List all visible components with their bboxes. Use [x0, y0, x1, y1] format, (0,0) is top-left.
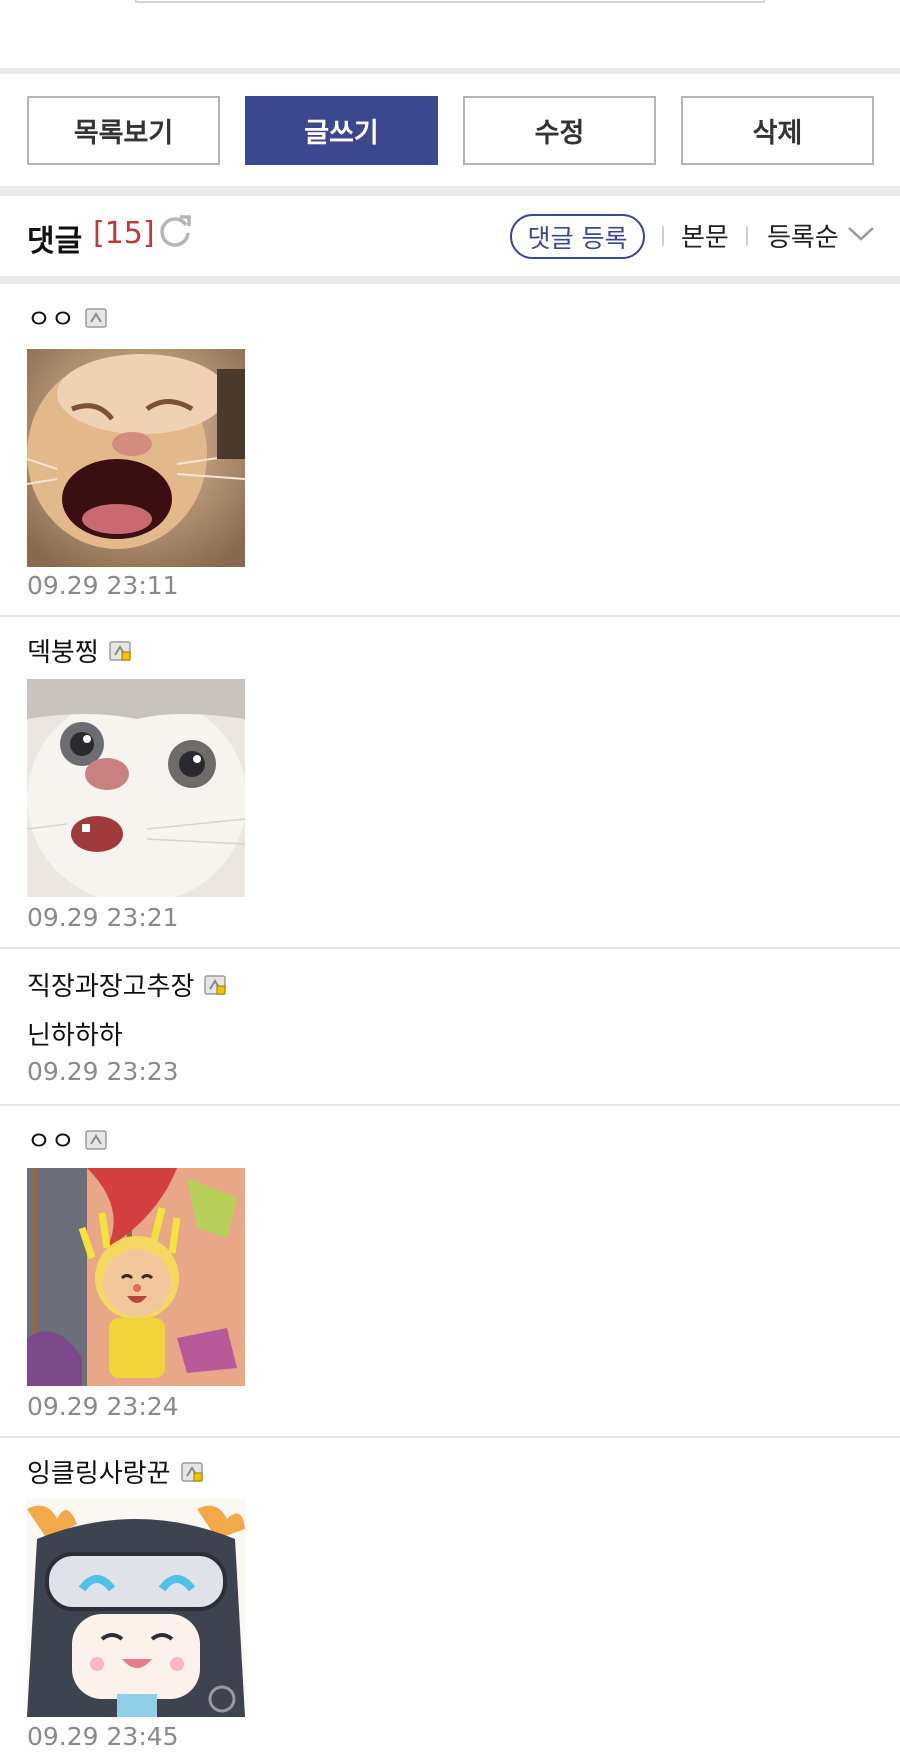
divider — [0, 68, 900, 74]
comment-item: 잉클링사랑꾼 09.29 23:45 — [0, 1438, 900, 1763]
member-icon — [109, 640, 131, 661]
divider — [662, 226, 664, 246]
comment-nick[interactable]: 덱붕찡 — [27, 632, 131, 669]
divider — [0, 186, 900, 196]
search-box-edge[interactable] — [135, 0, 765, 3]
comment-nick-text: ㅇㅇ — [27, 1127, 75, 1157]
comment-item: ㅇㅇ 09.29 23:24 — [0, 1106, 900, 1438]
comment-nick[interactable]: ㅇㅇ — [27, 299, 107, 336]
comments-count: [15] — [93, 216, 155, 251]
comment-date: 09.29 23:21 — [27, 903, 179, 932]
member-icon — [85, 1129, 107, 1150]
chevron-down-icon[interactable] — [846, 224, 876, 244]
comments-title: 댓글 — [27, 224, 83, 259]
delete-button[interactable]: 삭제 — [681, 96, 874, 165]
list-button[interactable]: 목록보기 — [27, 96, 220, 165]
member-icon — [180, 1461, 203, 1482]
divider — [0, 276, 900, 284]
comment-date: 09.29 23:24 — [27, 1392, 179, 1421]
comment-date: 09.29 23:11 — [27, 571, 179, 600]
comment-item: ㅇㅇ 09.29 23:11 — [0, 284, 900, 617]
anime-girl-goggles-image[interactable] — [27, 1499, 245, 1717]
divider — [746, 226, 748, 246]
comment-nick-text: ㅇㅇ — [27, 305, 75, 335]
comment-nick[interactable]: 잉클링사랑꾼 — [27, 1453, 203, 1490]
member-icon — [85, 307, 107, 328]
edit-button[interactable]: 수정 — [463, 96, 656, 165]
comment-nick-text: 직장과장고추장 — [27, 972, 195, 1002]
comment-item: 직장과장고추장 닌하하하 09.29 23:23 — [0, 949, 900, 1106]
comments-header: 댓글 [15] 댓글 등록 본문 등록순 — [0, 196, 900, 276]
comment-register-button[interactable]: 댓글 등록 — [510, 214, 645, 259]
comment-nick[interactable]: ㅇㅇ — [27, 1121, 107, 1158]
comment-nick-text: 잉클링사랑꾼 — [27, 1459, 171, 1489]
top-area — [0, 0, 900, 66]
comment-nick[interactable]: 직장과장고추장 — [27, 966, 227, 1003]
surprised-white-cat-image[interactable] — [27, 679, 245, 897]
comment-nick-text: 덱붕찡 — [27, 638, 99, 668]
comment-date: 09.29 23:45 — [27, 1722, 179, 1751]
comment-date: 09.29 23:23 — [27, 1057, 179, 1086]
member-icon — [204, 974, 227, 995]
body-link[interactable]: 본문 — [681, 217, 729, 254]
laughing-cat-image[interactable] — [27, 349, 245, 567]
comment-item: 덱붕찡 09.29 23:21 — [0, 617, 900, 949]
write-button[interactable]: 글쓰기 — [245, 96, 438, 165]
comment-text: 닌하하하 — [27, 1021, 123, 1051]
refresh-icon[interactable] — [157, 213, 193, 249]
sort-order-select[interactable]: 등록순 — [767, 217, 839, 254]
smiling-villager-image[interactable] — [27, 1168, 245, 1386]
